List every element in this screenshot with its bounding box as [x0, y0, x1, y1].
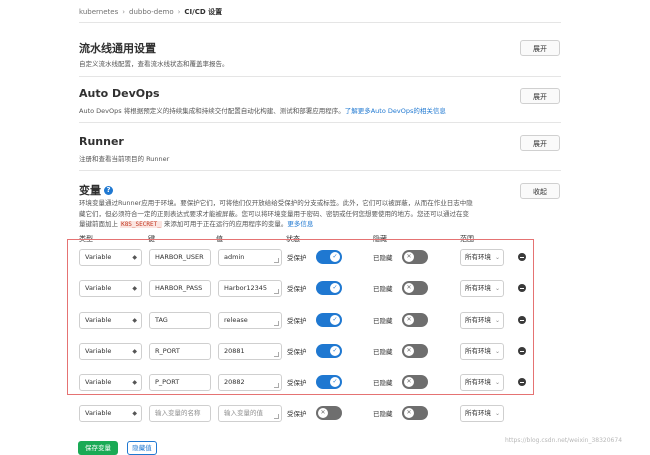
breadcrumb-kubernetes[interactable]: kubernetes	[79, 8, 118, 16]
runner-desc: 注册和查看当前项目的 Runner	[79, 155, 170, 163]
masked-label: 已隐藏	[373, 410, 393, 418]
sort-caret-icon: ◆	[132, 410, 137, 417]
runner-expand-button[interactable]: 展开	[520, 135, 560, 151]
new-variable-value-input[interactable]: 输入变量的值	[218, 405, 282, 422]
runner-title: Runner	[79, 135, 124, 148]
breadcrumb-dubbo-demo[interactable]: dubbo-demo	[129, 8, 174, 16]
divider	[79, 170, 561, 171]
watermark: https://blog.csdn.net/weixin_38320674	[505, 437, 623, 444]
close-icon: ✕	[404, 408, 414, 418]
auto-devops-desc: Auto DevOps 将根据预定义的持续集成和持续交付配置自动化构建、测试和部…	[79, 105, 446, 115]
breadcrumb: kubernetes › dubbo-demo › CI/CD 设置	[79, 8, 223, 16]
variables-desc-line: 量键前面加上 K8S_SECRET_ 来添加可用于正在运行的应用程序的变量。更多…	[79, 219, 509, 231]
pipeline-settings-title: 流水线通用设置	[79, 42, 156, 55]
divider	[79, 22, 561, 23]
close-icon: ✕	[318, 408, 328, 418]
variables-desc-line: 藏它们，但必须符合一定的正则表达式要求才能被屏蔽。您可以将环境变量用于密码、密钥…	[79, 209, 469, 218]
variable-type-value: Variable	[85, 409, 112, 417]
pipeline-expand-button[interactable]: 展开	[520, 40, 560, 56]
divider	[79, 122, 561, 123]
variable-type-select[interactable]: Variable ◆	[79, 405, 142, 422]
variables-desc-text: 来添加可用于正在运行的应用程序的变量。	[163, 220, 288, 228]
auto-devops-desc-text: Auto DevOps 将根据预定义的持续集成和持续交付配置自动化构建、测试和部…	[79, 107, 345, 115]
highlight-annotation-box	[67, 239, 534, 395]
auto-devops-learn-more-link[interactable]: 了解更多Auto DevOps的相关信息	[345, 107, 446, 115]
auto-devops-title: Auto DevOps	[79, 87, 160, 100]
variables-desc-line: 环境变量通过Runner应用于环境。要保护它们，可将他们仅开放给给受保护的分支或…	[79, 199, 473, 207]
variables-desc-text: 量键前面加上	[79, 220, 118, 228]
pipeline-settings-desc: 自定义流水线配置，查看流水线状态和覆盖率报告。	[79, 60, 229, 68]
environment-scope-value: 所有环境	[465, 409, 491, 417]
auto-devops-expand-button[interactable]: 展开	[520, 88, 560, 104]
masked-toggle[interactable]: ✕	[402, 406, 428, 420]
breadcrumb-current: CI/CD 设置	[184, 8, 223, 16]
divider	[79, 76, 561, 77]
protected-label: 受保护	[287, 410, 307, 418]
new-variable-key-input[interactable]: 输入变量的名称	[149, 405, 211, 422]
variables-desc: 环境变量通过Runner应用于环境。要保护它们，可将他们仅开放给给受保护的分支或…	[79, 198, 509, 231]
variables-title-text: 变量	[79, 184, 101, 197]
chevron-down-icon: ⌄	[494, 410, 500, 417]
question-circle-icon[interactable]: ?	[104, 186, 113, 195]
environment-scope-select[interactable]: 所有环境 ⌄	[460, 405, 504, 422]
k8s-secret-code: K8S_SECRET_	[120, 221, 162, 228]
variables-collapse-button[interactable]: 收起	[520, 183, 560, 199]
variables-title: 变量?	[79, 182, 113, 198]
new-variable-row: Variable ◆ 输入变量的名称 输入变量的值 受保护 ✕ 已隐藏 ✕ 所有环…	[79, 402, 527, 424]
protected-toggle[interactable]: ✕	[316, 406, 342, 420]
more-info-link[interactable]: 更多信息	[287, 220, 313, 228]
